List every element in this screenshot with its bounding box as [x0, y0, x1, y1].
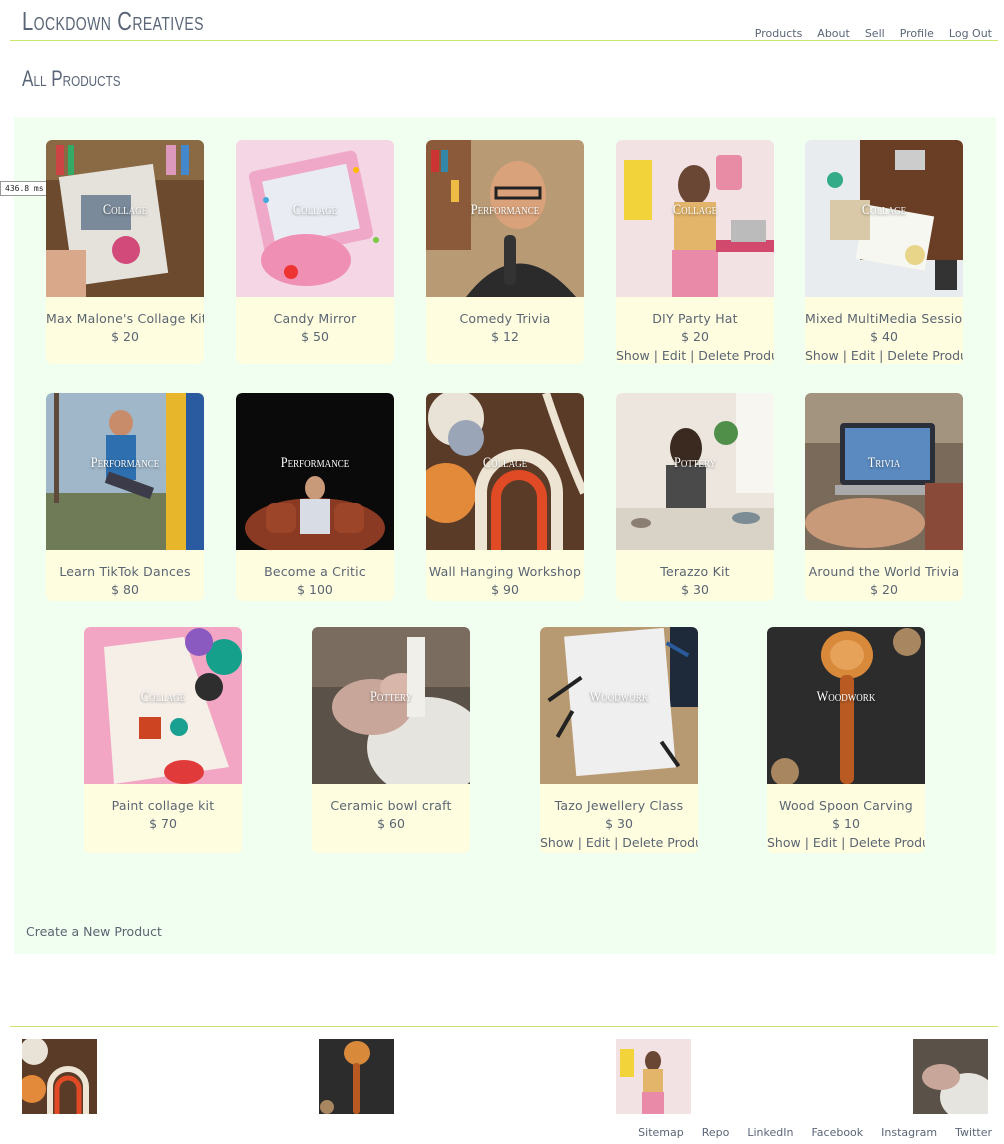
category-label: Pottery [674, 455, 716, 471]
product-name[interactable]: Mixed MultiMedia Session [805, 311, 963, 326]
product-price: $ 80 [111, 582, 139, 597]
product-price: $ 90 [491, 582, 519, 597]
product-price: $ 20 [681, 329, 709, 344]
product-card[interactable]: Trivia Around the World Trivia $ 20 [805, 393, 963, 601]
product-actions[interactable]: Show | Edit | Delete Product [616, 348, 774, 363]
podcast-host-photo[interactable]: Performance [426, 140, 584, 297]
category-label: Collage [672, 202, 718, 218]
product-actions[interactable]: Show | Edit | Delete Product [767, 835, 925, 850]
product-name[interactable]: Tazo Jewellery Class [540, 798, 698, 813]
nav-products[interactable]: Products [755, 27, 803, 40]
product-name[interactable]: Wall Hanging Workshop [426, 564, 584, 579]
wooden-spoon-photo[interactable] [319, 1039, 394, 1114]
product-name[interactable]: Learn TikTok Dances [46, 564, 204, 579]
footer-facebook-link[interactable]: Facebook [811, 1126, 863, 1139]
category-label: Collage [140, 689, 186, 705]
wooden-spoon-photo[interactable]: Woodwork [767, 627, 925, 784]
product-price: $ 12 [491, 329, 519, 344]
product-name[interactable]: Comedy Trivia [426, 311, 584, 326]
category-label: Performance [280, 455, 350, 471]
paper-pens-photo[interactable]: Woodwork [540, 627, 698, 784]
product-price: $ 60 [377, 816, 405, 831]
clay-hands-photo[interactable]: Pottery [312, 627, 470, 784]
collage-kit-photo[interactable]: Collage [46, 140, 204, 297]
desk-flatlay-photo[interactable]: Collage [805, 140, 963, 297]
create-product-link[interactable]: Create a New Product [26, 924, 162, 939]
product-card[interactable]: Collage Wall Hanging Workshop $ 90 [426, 393, 584, 601]
category-label: Woodwork [589, 689, 649, 705]
category-label: Collage [482, 455, 528, 471]
footer-instagram-link[interactable]: Instagram [881, 1126, 937, 1139]
macrame-rainbow-photo[interactable]: Collage [426, 393, 584, 550]
paint-shirt-photo[interactable]: Collage [84, 627, 242, 784]
nav-about[interactable]: About [817, 27, 850, 40]
category-label: Collage [861, 202, 907, 218]
candy-mirror-photo[interactable]: Collage [236, 140, 394, 297]
product-name[interactable]: DIY Party Hat [616, 311, 774, 326]
product-card[interactable]: Collage DIY Party Hat $ 20 Show | Edit |… [616, 140, 774, 364]
header-divider [10, 40, 998, 41]
product-card[interactable]: Performance Comedy Trivia $ 12 [426, 140, 584, 364]
product-name[interactable]: Wood Spoon Carving [767, 798, 925, 813]
product-price: $ 30 [605, 816, 633, 831]
product-card[interactable]: Performance Learn TikTok Dances $ 80 [46, 393, 204, 601]
product-name[interactable]: Ceramic bowl craft [312, 798, 470, 813]
product-price: $ 20 [111, 329, 139, 344]
man-in-armchair-photo[interactable]: Performance [236, 393, 394, 550]
category-label: Performance [470, 202, 540, 218]
category-label: Pottery [370, 689, 412, 705]
top-nav: Products About Sell Profile Log Out [755, 27, 992, 40]
product-card[interactable]: Pottery Terazzo Kit $ 30 [616, 393, 774, 601]
product-name[interactable]: Around the World Trivia [805, 564, 963, 579]
nav-sell[interactable]: Sell [865, 27, 885, 40]
product-card[interactable]: Collage Mixed MultiMedia Session $ 40 Sh… [805, 140, 963, 364]
product-actions[interactable]: Show | Edit | Delete Product [805, 348, 963, 363]
crafter-desk-photo[interactable]: Collage [616, 140, 774, 297]
crafter-desk-photo[interactable] [616, 1039, 691, 1114]
category-label: Trivia [867, 455, 901, 471]
macrame-rainbow-photo[interactable] [22, 1039, 97, 1114]
category-label: Collage [292, 202, 338, 218]
product-price: $ 100 [297, 582, 333, 597]
product-card[interactable]: Woodwork Wood Spoon Carving $ 10 Show | … [767, 627, 925, 853]
footer-nav: Sitemap Repo LinkedIn Facebook Instagram… [638, 1126, 992, 1139]
site-logo[interactable]: Lockdown Creatives [22, 6, 204, 37]
product-price: $ 70 [149, 816, 177, 831]
page-title: All Products [22, 66, 121, 91]
product-card[interactable]: Pottery Ceramic bowl craft $ 60 [312, 627, 470, 853]
product-price: $ 10 [832, 816, 860, 831]
footer-repo-link[interactable]: Repo [702, 1126, 730, 1139]
product-price: $ 30 [681, 582, 709, 597]
product-name[interactable]: Candy Mirror [236, 311, 394, 326]
nav-logout[interactable]: Log Out [949, 27, 992, 40]
product-card[interactable]: Collage Paint collage kit $ 70 [84, 627, 242, 853]
laptop-video-call-photo[interactable]: Trivia [805, 393, 963, 550]
product-name[interactable]: Terazzo Kit [616, 564, 774, 579]
product-card[interactable]: Woodwork Tazo Jewellery Class $ 30 Show … [540, 627, 698, 853]
product-card[interactable]: Collage Max Malone's Collage Kit $ 20 [46, 140, 204, 364]
footer-linkedin-link[interactable]: LinkedIn [747, 1126, 793, 1139]
nav-profile[interactable]: Profile [900, 27, 934, 40]
product-price: $ 40 [870, 329, 898, 344]
product-price: $ 50 [301, 329, 329, 344]
jumping-woman-photo[interactable]: Performance [46, 393, 204, 550]
product-card[interactable]: Performance Become a Critic $ 100 [236, 393, 394, 601]
footer-divider [10, 1026, 998, 1027]
footer-sitemap-link[interactable]: Sitemap [638, 1126, 684, 1139]
product-name[interactable]: Max Malone's Collage Kit [46, 311, 204, 326]
product-name[interactable]: Become a Critic [236, 564, 394, 579]
footer-twitter-link[interactable]: Twitter [955, 1126, 992, 1139]
category-label: Performance [90, 455, 160, 471]
product-card[interactable]: Collage Candy Mirror $ 50 [236, 140, 394, 364]
product-price: $ 20 [870, 582, 898, 597]
pottery-studio-photo[interactable]: Pottery [616, 393, 774, 550]
product-actions[interactable]: Show | Edit | Delete Product [540, 835, 698, 850]
category-label: Woodwork [816, 689, 876, 705]
category-label: Collage [102, 202, 148, 218]
product-name[interactable]: Paint collage kit [84, 798, 242, 813]
clay-hands-photo[interactable] [913, 1039, 988, 1114]
